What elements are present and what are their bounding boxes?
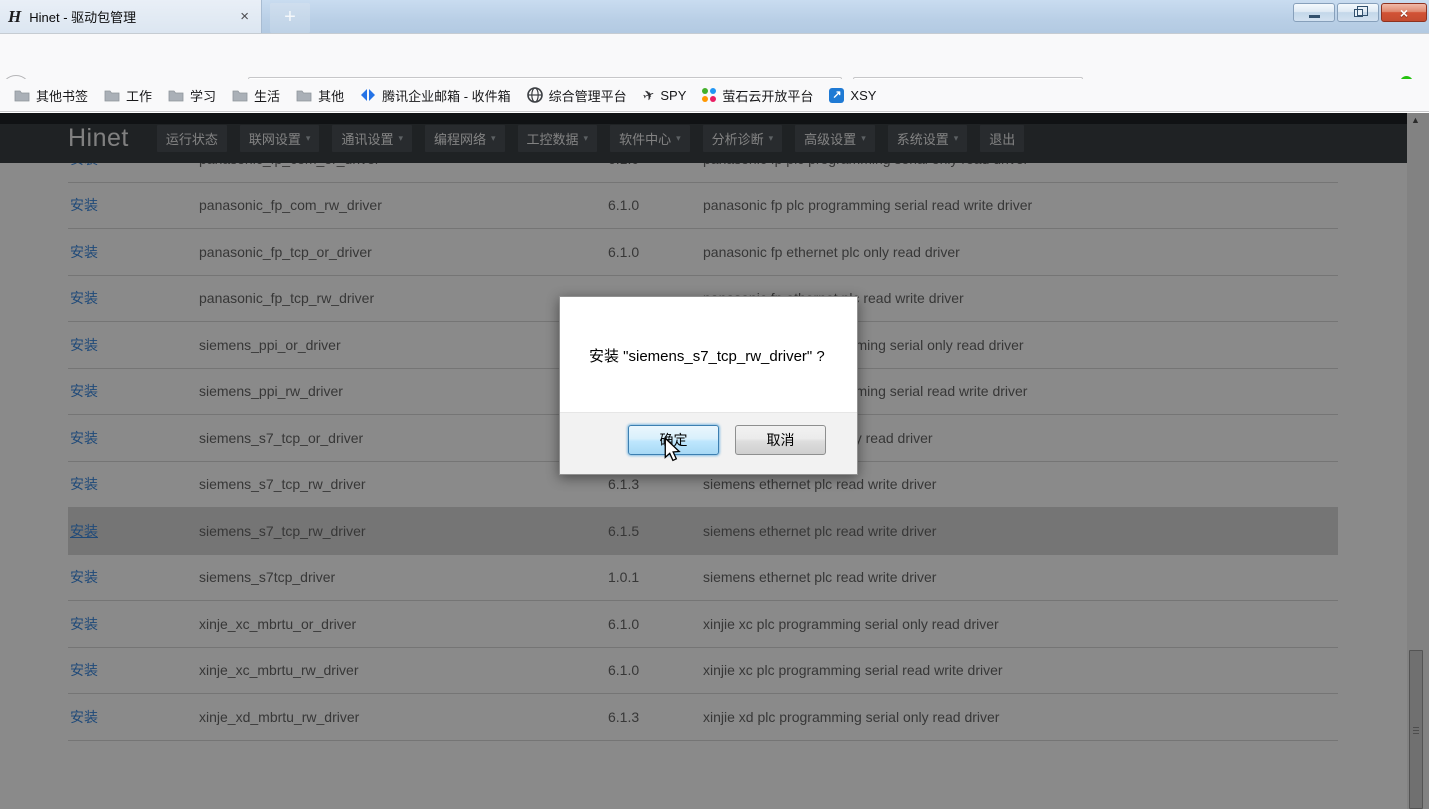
bookmark-folder-other[interactable]: 其他书签 — [6, 86, 96, 105]
bookmarks-bar: 其他书签 工作 学习 生活 其他 腾讯企业邮箱 - 收件箱 综合管理平台 ✈ S… — [0, 79, 1429, 112]
bookmark-folder-study[interactable]: 学习 — [160, 86, 224, 105]
window-minimize-button[interactable] — [1293, 3, 1335, 22]
browser-window: H Hinet - 驱动包管理 × + × — [0, 0, 1429, 809]
bookmark-mgmt-platform[interactable]: 综合管理平台 — [519, 86, 635, 105]
bookmark-folder-life[interactable]: 生活 — [224, 86, 288, 105]
folder-icon — [296, 89, 312, 102]
bookmark-xsy[interactable]: ↗ XSY — [821, 88, 884, 103]
tab-close-icon[interactable]: × — [236, 9, 253, 24]
bookmark-spy[interactable]: ✈ SPY — [635, 87, 695, 104]
new-tab-button[interactable]: + — [270, 3, 310, 33]
browser-tab-active[interactable]: H Hinet - 驱动包管理 × — [0, 0, 262, 33]
bookmark-tencent-exmail[interactable]: 腾讯企业邮箱 - 收件箱 — [352, 86, 519, 105]
ezviz-icon — [702, 88, 716, 102]
confirm-dialog: 安装 "siemens_s7_tcp_rw_driver" ? 确定 取消 — [559, 296, 858, 475]
folder-icon — [104, 89, 120, 102]
pen-icon: ✈ — [640, 85, 657, 105]
restore-icon — [1354, 9, 1363, 17]
folder-icon — [14, 89, 30, 102]
globe-icon — [527, 87, 543, 103]
folder-icon — [232, 89, 248, 102]
window-close-button[interactable]: × — [1381, 3, 1427, 22]
bookmark-folder-work[interactable]: 工作 — [96, 86, 160, 105]
site-favicon: H — [8, 8, 21, 25]
folder-icon — [168, 89, 184, 102]
mouse-cursor — [663, 437, 682, 462]
browser-toolbar: 192.168.9.99/cgi-bin/luci/;stok=489fe39e… — [0, 33, 1429, 79]
cancel-button[interactable]: 取消 — [735, 425, 826, 455]
tencent-exmail-icon — [360, 88, 376, 102]
tab-title: Hinet - 驱动包管理 — [29, 7, 236, 26]
xsy-icon: ↗ — [829, 88, 844, 103]
minimize-icon — [1309, 15, 1320, 18]
window-restore-button[interactable] — [1337, 3, 1379, 22]
window-titlebar: H Hinet - 驱动包管理 × + × — [0, 0, 1429, 33]
dialog-message: 安装 "siemens_s7_tcp_rw_driver" ? — [589, 345, 825, 366]
close-icon: × — [1400, 6, 1408, 20]
bookmark-folder-misc[interactable]: 其他 — [288, 86, 352, 105]
bookmark-ezviz[interactable]: 萤石云开放平台 — [694, 86, 821, 105]
